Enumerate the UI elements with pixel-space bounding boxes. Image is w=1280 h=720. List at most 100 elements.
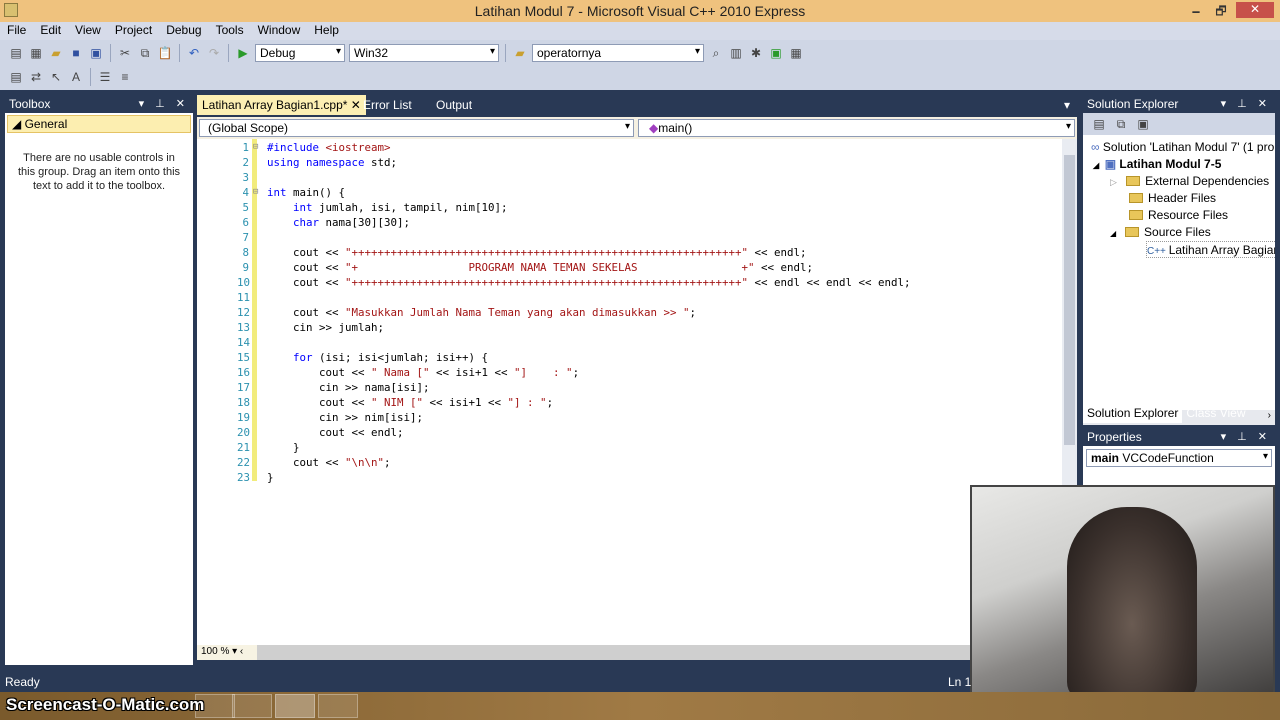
- uncomment-icon[interactable]: ≡: [117, 69, 133, 85]
- code-line[interactable]: 10 cout << "++++++++++++++++++++++++++++…: [237, 275, 911, 290]
- menu-debug[interactable]: Debug: [159, 22, 208, 40]
- menu-view[interactable]: View: [68, 22, 108, 40]
- tab-error-list[interactable]: Error List: [358, 95, 417, 115]
- code-line[interactable]: 9 cout << "+ PROGRAM NAMA TEMAN SEKELAS …: [237, 260, 911, 275]
- close-button[interactable]: ✕: [1236, 2, 1274, 18]
- save-icon[interactable]: ■: [68, 45, 84, 61]
- find-input[interactable]: operatornya: [532, 43, 704, 62]
- redo-icon[interactable]: ↷: [206, 45, 222, 61]
- scroll-thumb[interactable]: [1064, 155, 1075, 445]
- code-area[interactable]: 1 ⊟ #include <iostream> 2 using namespace st…: [237, 140, 911, 485]
- code-token: "\n\n": [345, 456, 385, 469]
- code-line[interactable]: 22 cout << "\n\n";: [237, 455, 911, 470]
- tree-project[interactable]: ◢ ▣ Latihan Modul 7-5: [1093, 156, 1221, 173]
- tab-output[interactable]: Output: [431, 95, 477, 115]
- quick-info-icon[interactable]: ↖: [48, 69, 64, 85]
- line-number: 7: [242, 231, 249, 244]
- panel-controls[interactable]: ▾ ⊥ ✕: [139, 97, 189, 110]
- code-line[interactable]: 2 using namespace std;: [237, 155, 911, 170]
- member-select[interactable]: ◆main(): [638, 119, 1075, 137]
- code-line[interactable]: 4 ⊟ int main() {: [237, 185, 911, 200]
- folder-open-icon: [1125, 227, 1140, 237]
- cut-icon[interactable]: ✂: [117, 45, 133, 61]
- code-line[interactable]: 7: [237, 230, 911, 245]
- parameter-info-icon[interactable]: ⇄: [28, 69, 44, 85]
- complete-word-icon[interactable]: A: [68, 69, 84, 85]
- copy-icon[interactable]: ⧉: [137, 45, 153, 61]
- open-file-icon[interactable]: ▰: [48, 45, 64, 61]
- tree-resource-files[interactable]: Resource Files: [1129, 207, 1228, 224]
- menu-edit[interactable]: Edit: [33, 22, 68, 40]
- tree-external-dependencies[interactable]: ▷ External Dependencies: [1110, 173, 1269, 190]
- scope-select[interactable]: (Global Scope): [199, 119, 634, 137]
- code-editor[interactable]: 1 ⊟ #include <iostream> 2 using namespace st…: [197, 139, 1077, 660]
- restore-button[interactable]: 🗗: [1210, 2, 1232, 18]
- refresh-icon[interactable]: ⧉: [1113, 116, 1129, 132]
- collapsed-icon[interactable]: ▷: [1110, 177, 1119, 187]
- comment-icon[interactable]: ☰: [97, 69, 113, 85]
- panel-controls[interactable]: ▾ ⊥ ✕: [1221, 430, 1271, 443]
- properties-icon[interactable]: ▣: [1135, 116, 1151, 132]
- panel-controls[interactable]: ▾ ⊥ ✕: [1221, 97, 1271, 110]
- solution-explorer-icon[interactable]: ▥: [728, 45, 744, 61]
- code-line[interactable]: 18 cout << " NIM [" << isi+1 << "] : ";: [237, 395, 911, 410]
- expanded-icon[interactable]: ◢: [1093, 161, 1101, 170]
- code-line[interactable]: 19 cin >> nim[isi];: [237, 410, 911, 425]
- code-line[interactable]: 13 cin >> jumlah;: [237, 320, 911, 335]
- code-line[interactable]: 21 }: [237, 440, 911, 455]
- properties-icon[interactable]: ✱: [748, 45, 764, 61]
- tree-file-latihan-array[interactable]: C++ Latihan Array Bagian1: [1146, 241, 1275, 258]
- code-line[interactable]: 5 int jumlah, isi, tampil, nim[10];: [237, 200, 911, 215]
- code-line[interactable]: 20 cout << endl;: [237, 425, 911, 440]
- new-project-icon[interactable]: ▤: [8, 45, 24, 61]
- save-all-icon[interactable]: ▣: [88, 45, 104, 61]
- code-line[interactable]: 8 cout << "+++++++++++++++++++++++++++++…: [237, 245, 911, 260]
- tree-solution[interactable]: ∞ Solution 'Latihan Modul 7' (1 pro: [1091, 139, 1274, 156]
- member-list-icon[interactable]: ▤: [8, 69, 24, 85]
- tab-class-view[interactable]: Class View: [1182, 403, 1249, 423]
- start-page-icon[interactable]: ▦: [788, 45, 804, 61]
- paste-icon[interactable]: 📋: [157, 45, 173, 61]
- code-line[interactable]: 6 char nama[30][30];: [237, 215, 911, 230]
- collapse-icon[interactable]: ⊟: [253, 140, 263, 155]
- tab-overflow-dropdown[interactable]: ▾: [1059, 95, 1075, 115]
- menu-project[interactable]: Project: [108, 22, 159, 40]
- expanded-icon[interactable]: ◢: [1110, 229, 1118, 238]
- find-icon[interactable]: ⌕: [708, 45, 724, 61]
- solution-platform-select[interactable]: Win32: [349, 43, 499, 62]
- menu-window[interactable]: Window: [251, 22, 308, 40]
- horizontal-scrollbar[interactable]: 100 % ▾ ‹: [197, 645, 1077, 660]
- properties-object-select[interactable]: main VCCodeFunction: [1086, 449, 1272, 467]
- add-item-icon[interactable]: ▦: [28, 45, 44, 61]
- toolbox-icon[interactable]: ▣: [768, 45, 784, 61]
- taskbar-app[interactable]: [232, 694, 272, 718]
- tree-source-files[interactable]: ◢ Source Files: [1110, 224, 1211, 241]
- code-line[interactable]: 14: [237, 335, 911, 350]
- tab-solution-explorer[interactable]: Solution Explorer: [1083, 403, 1183, 423]
- code-token: <iostream>: [325, 141, 391, 154]
- show-all-files-icon[interactable]: ▤: [1091, 116, 1107, 132]
- solution-configuration-select[interactable]: Debug: [255, 43, 345, 62]
- tree-header-files[interactable]: Header Files: [1129, 190, 1216, 207]
- start-debugging-icon[interactable]: ▶: [235, 45, 251, 61]
- code-line[interactable]: 3: [237, 170, 911, 185]
- menu-help[interactable]: Help: [307, 22, 346, 40]
- code-line[interactable]: 17 cin >> nama[isi];: [237, 380, 911, 395]
- find-in-files-icon[interactable]: ▰: [512, 45, 528, 61]
- zoom-select[interactable]: 100 % ▾ ‹: [197, 645, 257, 660]
- menu-tools[interactable]: Tools: [209, 22, 251, 40]
- undo-icon[interactable]: ↶: [186, 45, 202, 61]
- collapse-icon[interactable]: ⊟: [253, 185, 263, 200]
- code-line[interactable]: 16 cout << " Nama [" << isi+1 << "] : ";: [237, 365, 911, 380]
- code-line[interactable]: 12 cout << "Masukkan Jumlah Nama Teman y…: [237, 305, 911, 320]
- taskbar-visual-studio[interactable]: [275, 694, 315, 718]
- toolbox-group-general[interactable]: ◢ General: [7, 115, 191, 133]
- tab-latihan-array[interactable]: Latihan Array Bagian1.cpp* ✕: [197, 95, 366, 115]
- code-line[interactable]: 23}: [237, 470, 911, 485]
- minimize-button[interactable]: 🗕: [1185, 2, 1207, 18]
- menu-file[interactable]: File: [0, 22, 33, 40]
- code-line[interactable]: 11: [237, 290, 911, 305]
- code-line[interactable]: 15 for (isi; isi<jumlah; isi++) {: [237, 350, 911, 365]
- code-line[interactable]: 1 ⊟ #include <iostream>: [237, 140, 911, 155]
- taskbar-app[interactable]: [318, 694, 358, 718]
